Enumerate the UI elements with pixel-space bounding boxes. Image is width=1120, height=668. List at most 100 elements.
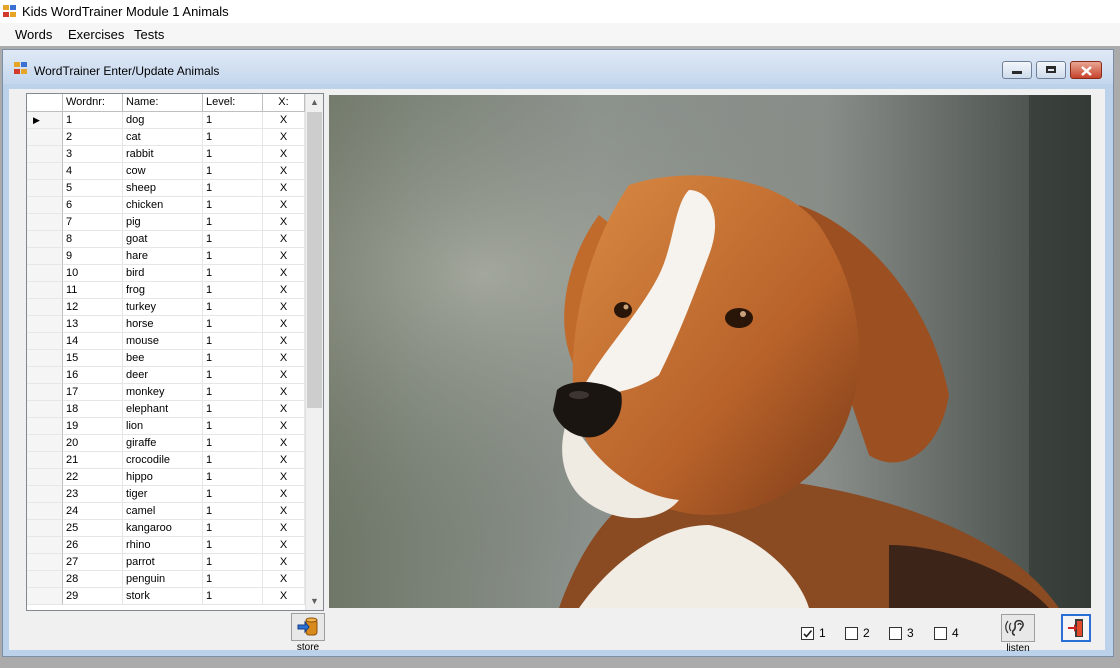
row-header[interactable] [27, 537, 63, 554]
cell-name[interactable]: frog [123, 282, 203, 299]
cell-name[interactable]: crocodile [123, 452, 203, 469]
cell-level[interactable]: 1 [203, 146, 263, 163]
cell-level[interactable]: 1 [203, 401, 263, 418]
cell-wordnr[interactable]: 5 [63, 180, 123, 197]
row-header[interactable] [27, 554, 63, 571]
cell-name[interactable]: dog [123, 112, 203, 129]
row-header[interactable] [27, 520, 63, 537]
cell-wordnr[interactable]: 11 [63, 282, 123, 299]
table-row[interactable]: 21 crocodile 1 X [27, 452, 305, 469]
cell-wordnr[interactable]: 9 [63, 248, 123, 265]
table-row[interactable]: 10 bird 1 X [27, 265, 305, 282]
table-row[interactable]: 15 bee 1 X [27, 350, 305, 367]
row-header[interactable] [27, 180, 63, 197]
menu-exercises[interactable]: Exercises [68, 27, 124, 42]
cell-level[interactable]: 1 [203, 384, 263, 401]
cell-wordnr[interactable]: 17 [63, 384, 123, 401]
row-header[interactable] [27, 129, 63, 146]
cell-wordnr[interactable]: 22 [63, 469, 123, 486]
cell-x[interactable]: X [263, 316, 305, 333]
row-header[interactable] [27, 571, 63, 588]
table-row[interactable]: 27 parrot 1 X [27, 554, 305, 571]
cell-level[interactable]: 1 [203, 469, 263, 486]
row-header[interactable]: ▶ [27, 112, 63, 129]
cell-x[interactable]: X [263, 231, 305, 248]
cell-x[interactable]: X [263, 180, 305, 197]
table-row[interactable]: 18 elephant 1 X [27, 401, 305, 418]
table-row[interactable]: ▶ 1 dog 1 X [27, 112, 305, 129]
cell-level[interactable]: 1 [203, 520, 263, 537]
cell-level[interactable]: 1 [203, 537, 263, 554]
cell-name[interactable]: horse [123, 316, 203, 333]
cell-level[interactable]: 1 [203, 350, 263, 367]
cell-level[interactable]: 1 [203, 435, 263, 452]
cell-level[interactable]: 1 [203, 163, 263, 180]
table-row[interactable]: 20 giraffe 1 X [27, 435, 305, 452]
cell-name[interactable]: lion [123, 418, 203, 435]
cell-x[interactable]: X [263, 282, 305, 299]
cell-wordnr[interactable]: 13 [63, 316, 123, 333]
cell-wordnr[interactable]: 27 [63, 554, 123, 571]
menu-tests[interactable]: Tests [134, 27, 164, 42]
cell-level[interactable]: 1 [203, 418, 263, 435]
table-row[interactable]: 11 frog 1 X [27, 282, 305, 299]
header-name[interactable]: Name: [123, 94, 203, 111]
cell-level[interactable]: 1 [203, 231, 263, 248]
cell-wordnr[interactable]: 24 [63, 503, 123, 520]
cell-name[interactable]: parrot [123, 554, 203, 571]
table-row[interactable]: 17 monkey 1 X [27, 384, 305, 401]
level-1-checkbox[interactable] [801, 627, 814, 640]
row-header[interactable] [27, 452, 63, 469]
table-row[interactable]: 19 lion 1 X [27, 418, 305, 435]
menu-words[interactable]: Words [15, 27, 52, 42]
row-header[interactable] [27, 265, 63, 282]
cell-wordnr[interactable]: 3 [63, 146, 123, 163]
cell-x[interactable]: X [263, 112, 305, 129]
cell-name[interactable]: monkey [123, 384, 203, 401]
cell-wordnr[interactable]: 10 [63, 265, 123, 282]
cell-level[interactable]: 1 [203, 214, 263, 231]
cell-name[interactable]: kangaroo [123, 520, 203, 537]
table-row[interactable]: 8 goat 1 X [27, 231, 305, 248]
header-x[interactable]: X: [263, 94, 305, 111]
table-row[interactable]: 12 turkey 1 X [27, 299, 305, 316]
table-row[interactable]: 9 hare 1 X [27, 248, 305, 265]
cell-wordnr[interactable]: 6 [63, 197, 123, 214]
cell-name[interactable]: bee [123, 350, 203, 367]
cell-name[interactable]: cow [123, 163, 203, 180]
cell-wordnr[interactable]: 21 [63, 452, 123, 469]
row-header[interactable] [27, 282, 63, 299]
cell-x[interactable]: X [263, 214, 305, 231]
cell-x[interactable]: X [263, 418, 305, 435]
cell-x[interactable]: X [263, 520, 305, 537]
table-row[interactable]: 13 horse 1 X [27, 316, 305, 333]
cell-x[interactable]: X [263, 367, 305, 384]
row-header[interactable] [27, 248, 63, 265]
level-2-checkbox[interactable] [845, 627, 858, 640]
cell-x[interactable]: X [263, 197, 305, 214]
cell-name[interactable]: penguin [123, 571, 203, 588]
table-row[interactable]: 6 chicken 1 X [27, 197, 305, 214]
cell-name[interactable]: pig [123, 214, 203, 231]
exit-button[interactable] [1061, 614, 1091, 642]
cell-x[interactable]: X [263, 588, 305, 605]
cell-x[interactable]: X [263, 265, 305, 282]
cell-level[interactable]: 1 [203, 571, 263, 588]
cell-wordnr[interactable]: 25 [63, 520, 123, 537]
cell-name[interactable]: hippo [123, 469, 203, 486]
row-header[interactable] [27, 163, 63, 180]
table-row[interactable]: 16 deer 1 X [27, 367, 305, 384]
row-header[interactable] [27, 435, 63, 452]
row-header[interactable] [27, 367, 63, 384]
cell-level[interactable]: 1 [203, 265, 263, 282]
cell-name[interactable]: tiger [123, 486, 203, 503]
level-4-checkbox[interactable] [934, 627, 947, 640]
cell-level[interactable]: 1 [203, 248, 263, 265]
cell-x[interactable]: X [263, 554, 305, 571]
cell-x[interactable]: X [263, 571, 305, 588]
cell-x[interactable]: X [263, 333, 305, 350]
cell-level[interactable]: 1 [203, 299, 263, 316]
cell-level[interactable]: 1 [203, 112, 263, 129]
cell-name[interactable]: hare [123, 248, 203, 265]
table-row[interactable]: 5 sheep 1 X [27, 180, 305, 197]
